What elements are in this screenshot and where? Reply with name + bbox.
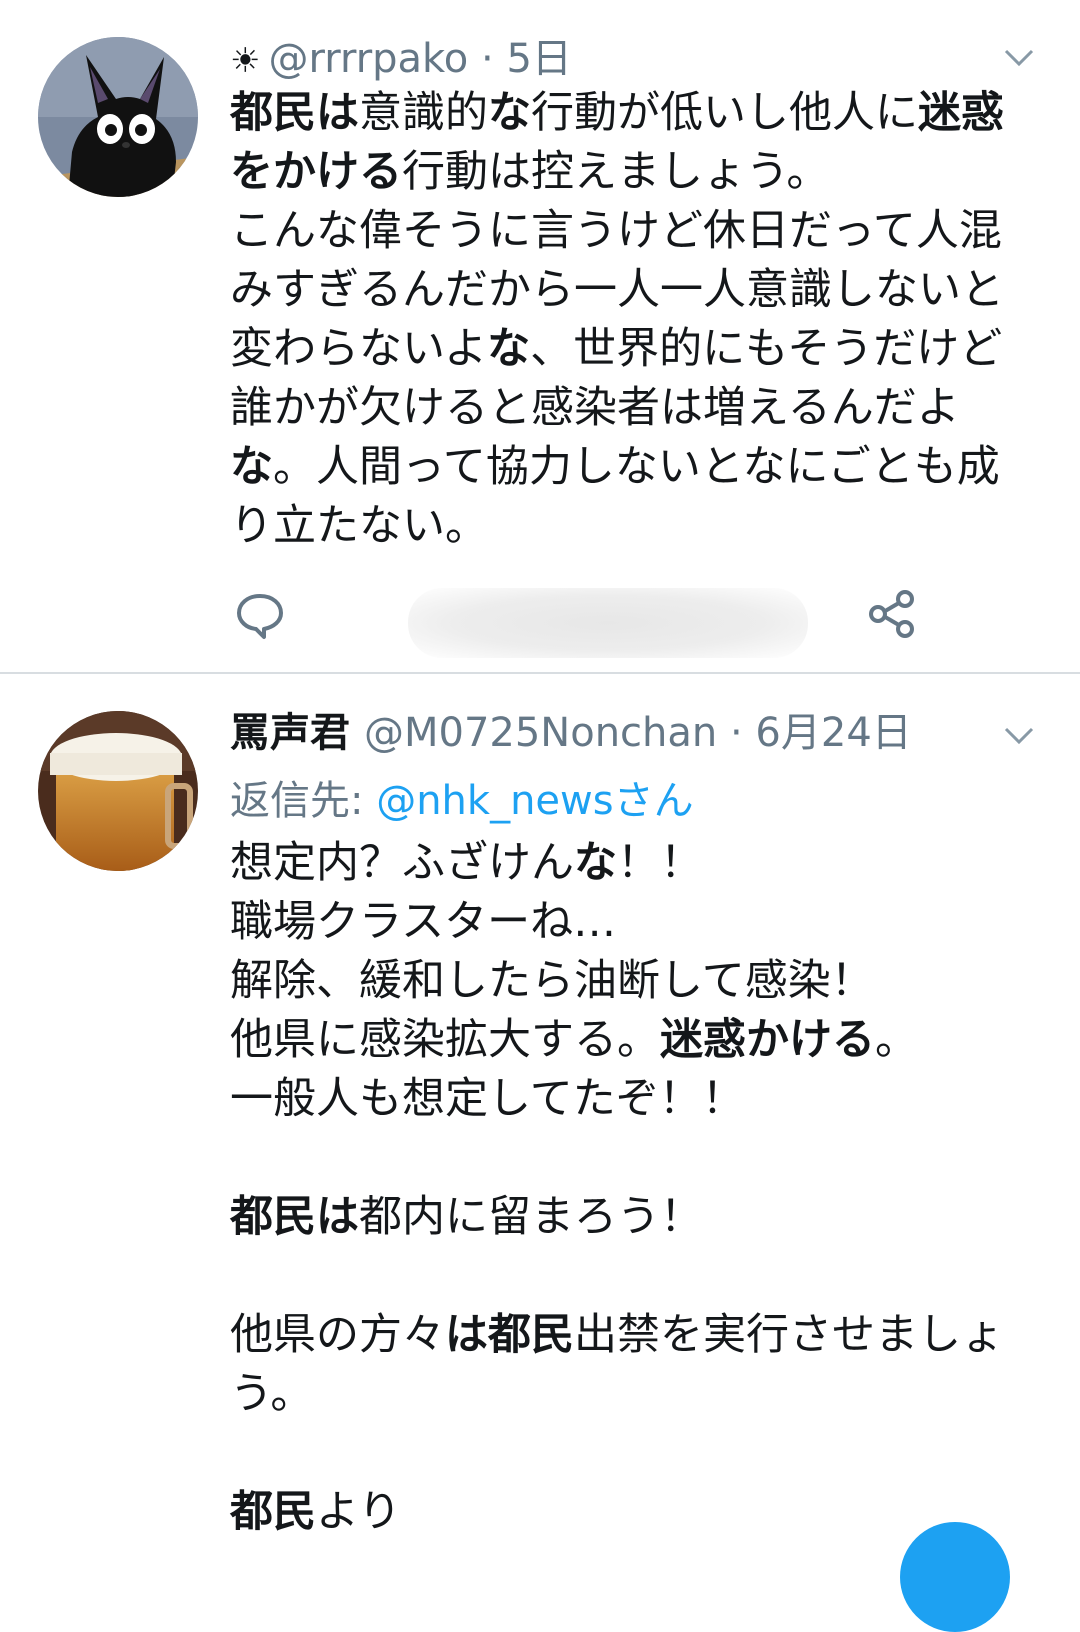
tweet-text: 都民は意識的な行動が低いし他人に迷惑 をかける行動は控えましょう。 こんな偉そうに言… — [230, 84, 1004, 556]
tweet-text-line: 解除、緩和したら油断して感染！ — [230, 952, 1004, 1011]
tweet-text-line: う。 — [230, 1365, 1004, 1424]
bold-text-segment: な — [574, 838, 617, 888]
user-handle[interactable]: @M0725Nonchan — [364, 710, 717, 756]
share-icon[interactable] — [866, 588, 918, 640]
text-segment: 、世界的にもそうだけど — [530, 324, 1003, 374]
tweet-text-line: 変わらないよな、世界的にもそうだけど — [230, 320, 1004, 379]
reply-context: 返信先: @nhk_newsさん — [230, 772, 694, 830]
user-handle[interactable]: @rrrrpako — [268, 36, 468, 82]
avatar-black-cat[interactable] — [38, 37, 198, 197]
text-segment: みすぎるんだから一人一人意識しないと — [230, 265, 1004, 315]
chevron-down-icon[interactable] — [1002, 40, 1036, 74]
text-segment: ！！ — [617, 838, 703, 888]
tweet-text-line: 他県に感染拡大する。迷惑かける。 — [230, 1011, 1004, 1070]
display-name[interactable]: 罵声君 — [230, 710, 350, 756]
reply-prefix: 返信先: — [230, 778, 377, 824]
bold-text-segment: な — [487, 324, 531, 374]
text-segment: 行動が低いし他人に — [531, 88, 918, 138]
bold-text-segment: 迷惑かける — [660, 1015, 875, 1065]
redacted-region — [408, 588, 808, 658]
text-segment: 一般人も想定してたぞ！！ — [230, 1074, 745, 1124]
tweet-text-line: みすぎるんだから一人一人意識しないと — [230, 261, 1004, 320]
bold-text-segment: な — [230, 442, 273, 492]
bold-text-segment: 都民は — [230, 1192, 359, 1242]
text-segment: 変わらないよ — [230, 324, 488, 374]
tweet-text: 想定内？ふざけんな！！ 職場クラスターね… 解除、緩和したら油断して感染！ 他県に感染… — [230, 834, 1004, 1542]
text-segment: 想定内？ふざけん — [230, 838, 574, 888]
tweet-text-line: こんな偉そうに言うけど休日だって人混 — [230, 202, 1004, 261]
tweet-1[interactable]: ☀ @rrrrpako · 5日 都民は意識的な行動が低いし他人に迷惑 をかける行動… — [0, 0, 1080, 672]
text-segment: こんな偉そうに言うけど休日だって人混 — [230, 206, 1002, 256]
avatar-beer-mug[interactable] — [38, 711, 198, 871]
reply-mention-link[interactable]: @nhk_newsさん — [376, 778, 693, 824]
reply-icon[interactable] — [234, 588, 286, 640]
bold-text-segment: 都民 — [230, 1487, 316, 1537]
tweet-text-line: 想定内？ふざけんな！！ — [230, 834, 1004, 893]
tweet-text-line: 一般人も想定してたぞ！！ — [230, 1070, 1004, 1129]
tweet-text-line: 都民より — [230, 1483, 1004, 1542]
text-segment: 他県の方々 — [230, 1310, 445, 1360]
text-segment: より — [316, 1487, 402, 1537]
bold-text-segment: は都民 — [445, 1310, 574, 1360]
bold-text-segment: 迷惑 — [918, 88, 1004, 138]
separator-dot: · — [717, 710, 756, 756]
tweet-text-line: 都民は都内に留まろう！ — [230, 1188, 1004, 1247]
text-segment: 行動は控えましょう。 — [402, 147, 830, 197]
separator-dot: · — [468, 36, 507, 82]
text-segment: 解除、緩和したら油断して感染！ — [230, 956, 874, 1006]
chevron-down-icon[interactable] — [1002, 718, 1036, 752]
tweet-text-line: な。人間って協力しないとなにごとも成 — [230, 438, 1004, 497]
tweet-text-line: 他県の方々は都民出禁を実行させましょ — [230, 1306, 1004, 1365]
text-segment: 誰かが欠けると感染者は増えるんだよ — [230, 383, 960, 433]
text-segment: り立たない。 — [230, 501, 488, 551]
sun-icon: ☀ — [230, 41, 261, 81]
tweet-text-line: 都民は意識的な行動が低いし他人に迷惑 — [230, 84, 1004, 143]
tweet-timestamp[interactable]: 5日 — [506, 36, 571, 82]
tweet-actions — [230, 588, 1030, 658]
tweet-header: 罵声君 @M0725Nonchan · 6月24日 — [230, 704, 912, 762]
text-segment: 都内に留まろう！ — [359, 1192, 703, 1242]
tweet-text-line: 誰かが欠けると感染者は増えるんだよ — [230, 379, 1004, 438]
text-segment: 他県に感染拡大する。 — [230, 1015, 660, 1065]
tweet-2[interactable]: 罵声君 @M0725Nonchan · 6月24日 返信先: @nhk_newsさ… — [0, 674, 1080, 1539]
tweet-text-line: 職場クラスターね… — [230, 893, 1004, 952]
text-segment: 。 — [875, 1015, 918, 1065]
text-segment: 職場クラスターね… — [230, 897, 617, 947]
text-segment: 。人間って協力しないとなにごとも成 — [273, 442, 1000, 492]
tweet-text-line: り立たない。 — [230, 497, 1004, 556]
tweet-header: ☀ @rrrrpako · 5日 — [230, 30, 572, 88]
bold-text-segment: 都民は — [230, 88, 359, 138]
tweet-timestamp[interactable]: 6月24日 — [755, 710, 911, 756]
text-segment: 意識的 — [359, 88, 488, 138]
tweet-text-line: をかける行動は控えましょう。 — [230, 143, 1004, 202]
bold-text-segment: をかける — [230, 147, 402, 197]
text-segment: う。 — [230, 1369, 314, 1419]
text-segment: 出禁を実行させましょ — [574, 1310, 1004, 1360]
bold-text-segment: な — [488, 88, 531, 138]
